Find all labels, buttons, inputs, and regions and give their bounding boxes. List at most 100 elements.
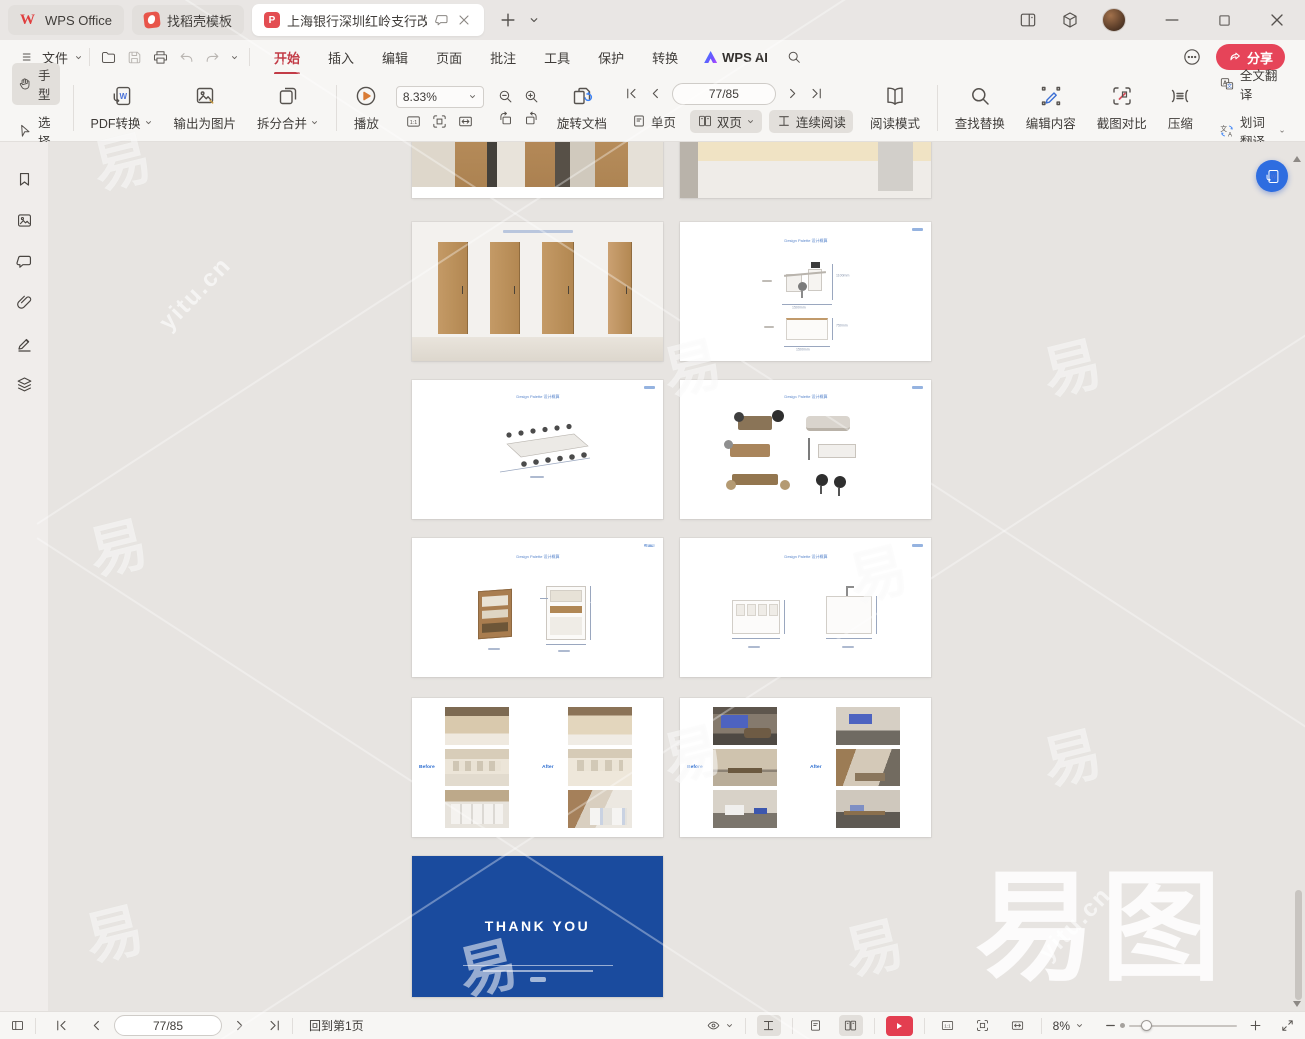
scrollbar-up-arrow[interactable] [1293,156,1301,162]
menu-tab-home[interactable]: 开始 [260,42,314,75]
scrollbar-down-arrow[interactable] [1293,1001,1301,1007]
zoom-in-plus-button[interactable] [1248,1018,1263,1033]
full-text-translate-button[interactable]: 全文翻译 [1214,63,1293,105]
page-indicator-input[interactable]: 77/85 [114,1015,222,1036]
find-replace-button[interactable]: 查找替换 [951,82,1009,134]
page-indicator-input[interactable]: 77/85 [671,82,776,105]
redo-icon[interactable] [204,49,221,66]
rotate-left-button[interactable] [497,110,514,127]
pdf-page-thumbnail[interactable]: Design Palette 设计概算 [680,538,931,677]
menu-tab-annotate[interactable]: 批注 [476,42,530,73]
quick-access-chevron-icon[interactable] [230,53,239,62]
actual-size-button[interactable] [936,1015,960,1036]
menu-search-icon[interactable] [786,49,802,65]
continuous-reading-toggle[interactable] [756,1015,781,1036]
window-maximize-button[interactable] [1216,12,1233,29]
tab-docer-templates[interactable]: 找稻壳模板 [131,5,244,35]
menu-tab-wps-ai[interactable]: WPS AI [692,50,780,65]
zoom-level-select[interactable]: 8% [1053,1019,1084,1033]
compress-button[interactable]: 压缩 [1164,82,1197,134]
previous-page-button[interactable] [89,1018,104,1033]
new-tab-button[interactable] [498,10,518,30]
save-icon[interactable] [126,49,143,66]
fit-width-button[interactable] [1006,1015,1030,1036]
print-icon[interactable] [152,49,169,66]
pdf-page-thumbnail[interactable]: Before After [412,698,663,837]
zoom-slider[interactable] [1120,1019,1237,1031]
next-page-button[interactable] [232,1018,247,1033]
pdf-page-thumbnail[interactable]: Design Palette 设计概算 [412,380,663,519]
thumbnail-panel-icon[interactable] [15,211,34,230]
workspace-cube-icon[interactable] [1060,10,1080,30]
previous-page-button[interactable] [648,86,663,101]
continuous-reading-button[interactable]: 连续阅读 [768,109,853,133]
pdf-page-thumbnail[interactable] [412,222,663,361]
fit-page-button[interactable] [431,113,448,130]
tab-close-icon[interactable] [456,12,472,28]
play-slideshow-button[interactable] [885,1015,913,1036]
comment-panel-icon[interactable] [15,252,34,271]
read-mode-button[interactable]: 阅读模式 [866,82,924,134]
pdf-page-thumbnail[interactable] [680,142,931,198]
export-as-image-button[interactable]: 输出为图片 [170,82,241,134]
menu-tab-edit[interactable]: 编辑 [368,42,422,73]
double-page-mode-button[interactable] [838,1015,863,1036]
single-page-mode-button[interactable] [804,1015,828,1036]
view-options-button[interactable] [706,1018,734,1033]
open-file-icon[interactable] [100,49,117,66]
bookmark-panel-icon[interactable] [15,170,34,189]
zoom-select[interactable]: 8.33% [395,85,484,108]
menu-tab-convert[interactable]: 转换 [638,42,692,73]
pdf-page-thumbnail[interactable]: Design Palette 设计概算 1500mm 1100mm 750mm … [680,222,931,361]
avatar[interactable] [1102,8,1126,32]
zoom-out-button[interactable] [497,88,514,105]
tab-comment-icon[interactable] [434,12,450,28]
zoom-out-minus-button[interactable] [1103,1018,1118,1033]
split-view-icon[interactable] [1018,10,1038,30]
single-page-mode-button[interactable]: 单页 [624,110,683,133]
play-slideshow-button[interactable]: 播放 [350,82,383,134]
pdf-page-thumbnail[interactable] [412,142,663,198]
first-page-button[interactable] [624,86,639,101]
menu-tab-protect[interactable]: 保护 [584,42,638,73]
signature-panel-icon[interactable] [15,334,34,353]
rotate-document-button[interactable]: 旋转文档 [553,82,611,134]
pdf-page-thumbnail[interactable]: Design Palette 设计概算 [680,380,931,519]
window-minimize-button[interactable] [1162,10,1182,30]
window-close-button[interactable] [1267,10,1287,30]
edit-content-button[interactable]: 编辑内容 [1022,82,1080,134]
screenshot-compare-button[interactable]: 截图对比 [1093,82,1151,134]
fullscreen-icon[interactable] [1280,1018,1295,1033]
zoom-slider-knob[interactable] [1141,1019,1152,1031]
pdf-page-thumbnail[interactable]: Design Palette 设计概算 [412,538,663,677]
fit-width-button[interactable] [457,113,474,130]
rotate-right-button[interactable] [523,110,540,127]
actual-size-button[interactable] [405,113,422,130]
pdf-convert-button[interactable]: PDF转换 [87,82,157,134]
undo-icon[interactable] [178,49,195,66]
back-to-first-page-button[interactable]: 回到第1页 [309,1017,364,1034]
tab-wps-office[interactable]: W WPS Office [8,5,124,35]
pdf-page-thumbnail[interactable]: THANK YOU [412,856,663,997]
last-page-button[interactable] [267,1018,282,1033]
menu-tab-tools[interactable]: 工具 [530,42,584,73]
pdf-page-thumbnail[interactable]: Before After [680,698,931,837]
double-page-mode-button[interactable]: 双页 [689,109,762,133]
cloud-sync-icon[interactable] [1182,47,1202,67]
document-canvas[interactable]: Design Palette 设计概算 1500mm 1100mm 750mm … [48,142,1305,1011]
next-page-button[interactable] [785,86,800,101]
zoom-in-button[interactable] [523,88,540,105]
pdf-convert-float-button[interactable] [1256,160,1288,192]
scrollbar-thumb[interactable] [1295,890,1302,1000]
fit-page-button[interactable] [971,1015,995,1036]
layers-panel-icon[interactable] [15,375,34,394]
split-merge-button[interactable]: 拆分合并 [253,82,323,134]
menu-tab-page[interactable]: 页面 [422,42,476,73]
tab-list-chevron-icon[interactable] [528,14,540,26]
toggle-sidebar-icon[interactable] [10,1018,25,1033]
first-page-button[interactable] [54,1018,69,1033]
hand-tool-button[interactable]: 手型 [12,63,60,105]
last-page-button[interactable] [809,86,824,101]
menu-tab-insert[interactable]: 插入 [314,42,368,73]
tab-document-active[interactable]: P 上海银行深圳红岭支行改造方案 [251,4,484,36]
